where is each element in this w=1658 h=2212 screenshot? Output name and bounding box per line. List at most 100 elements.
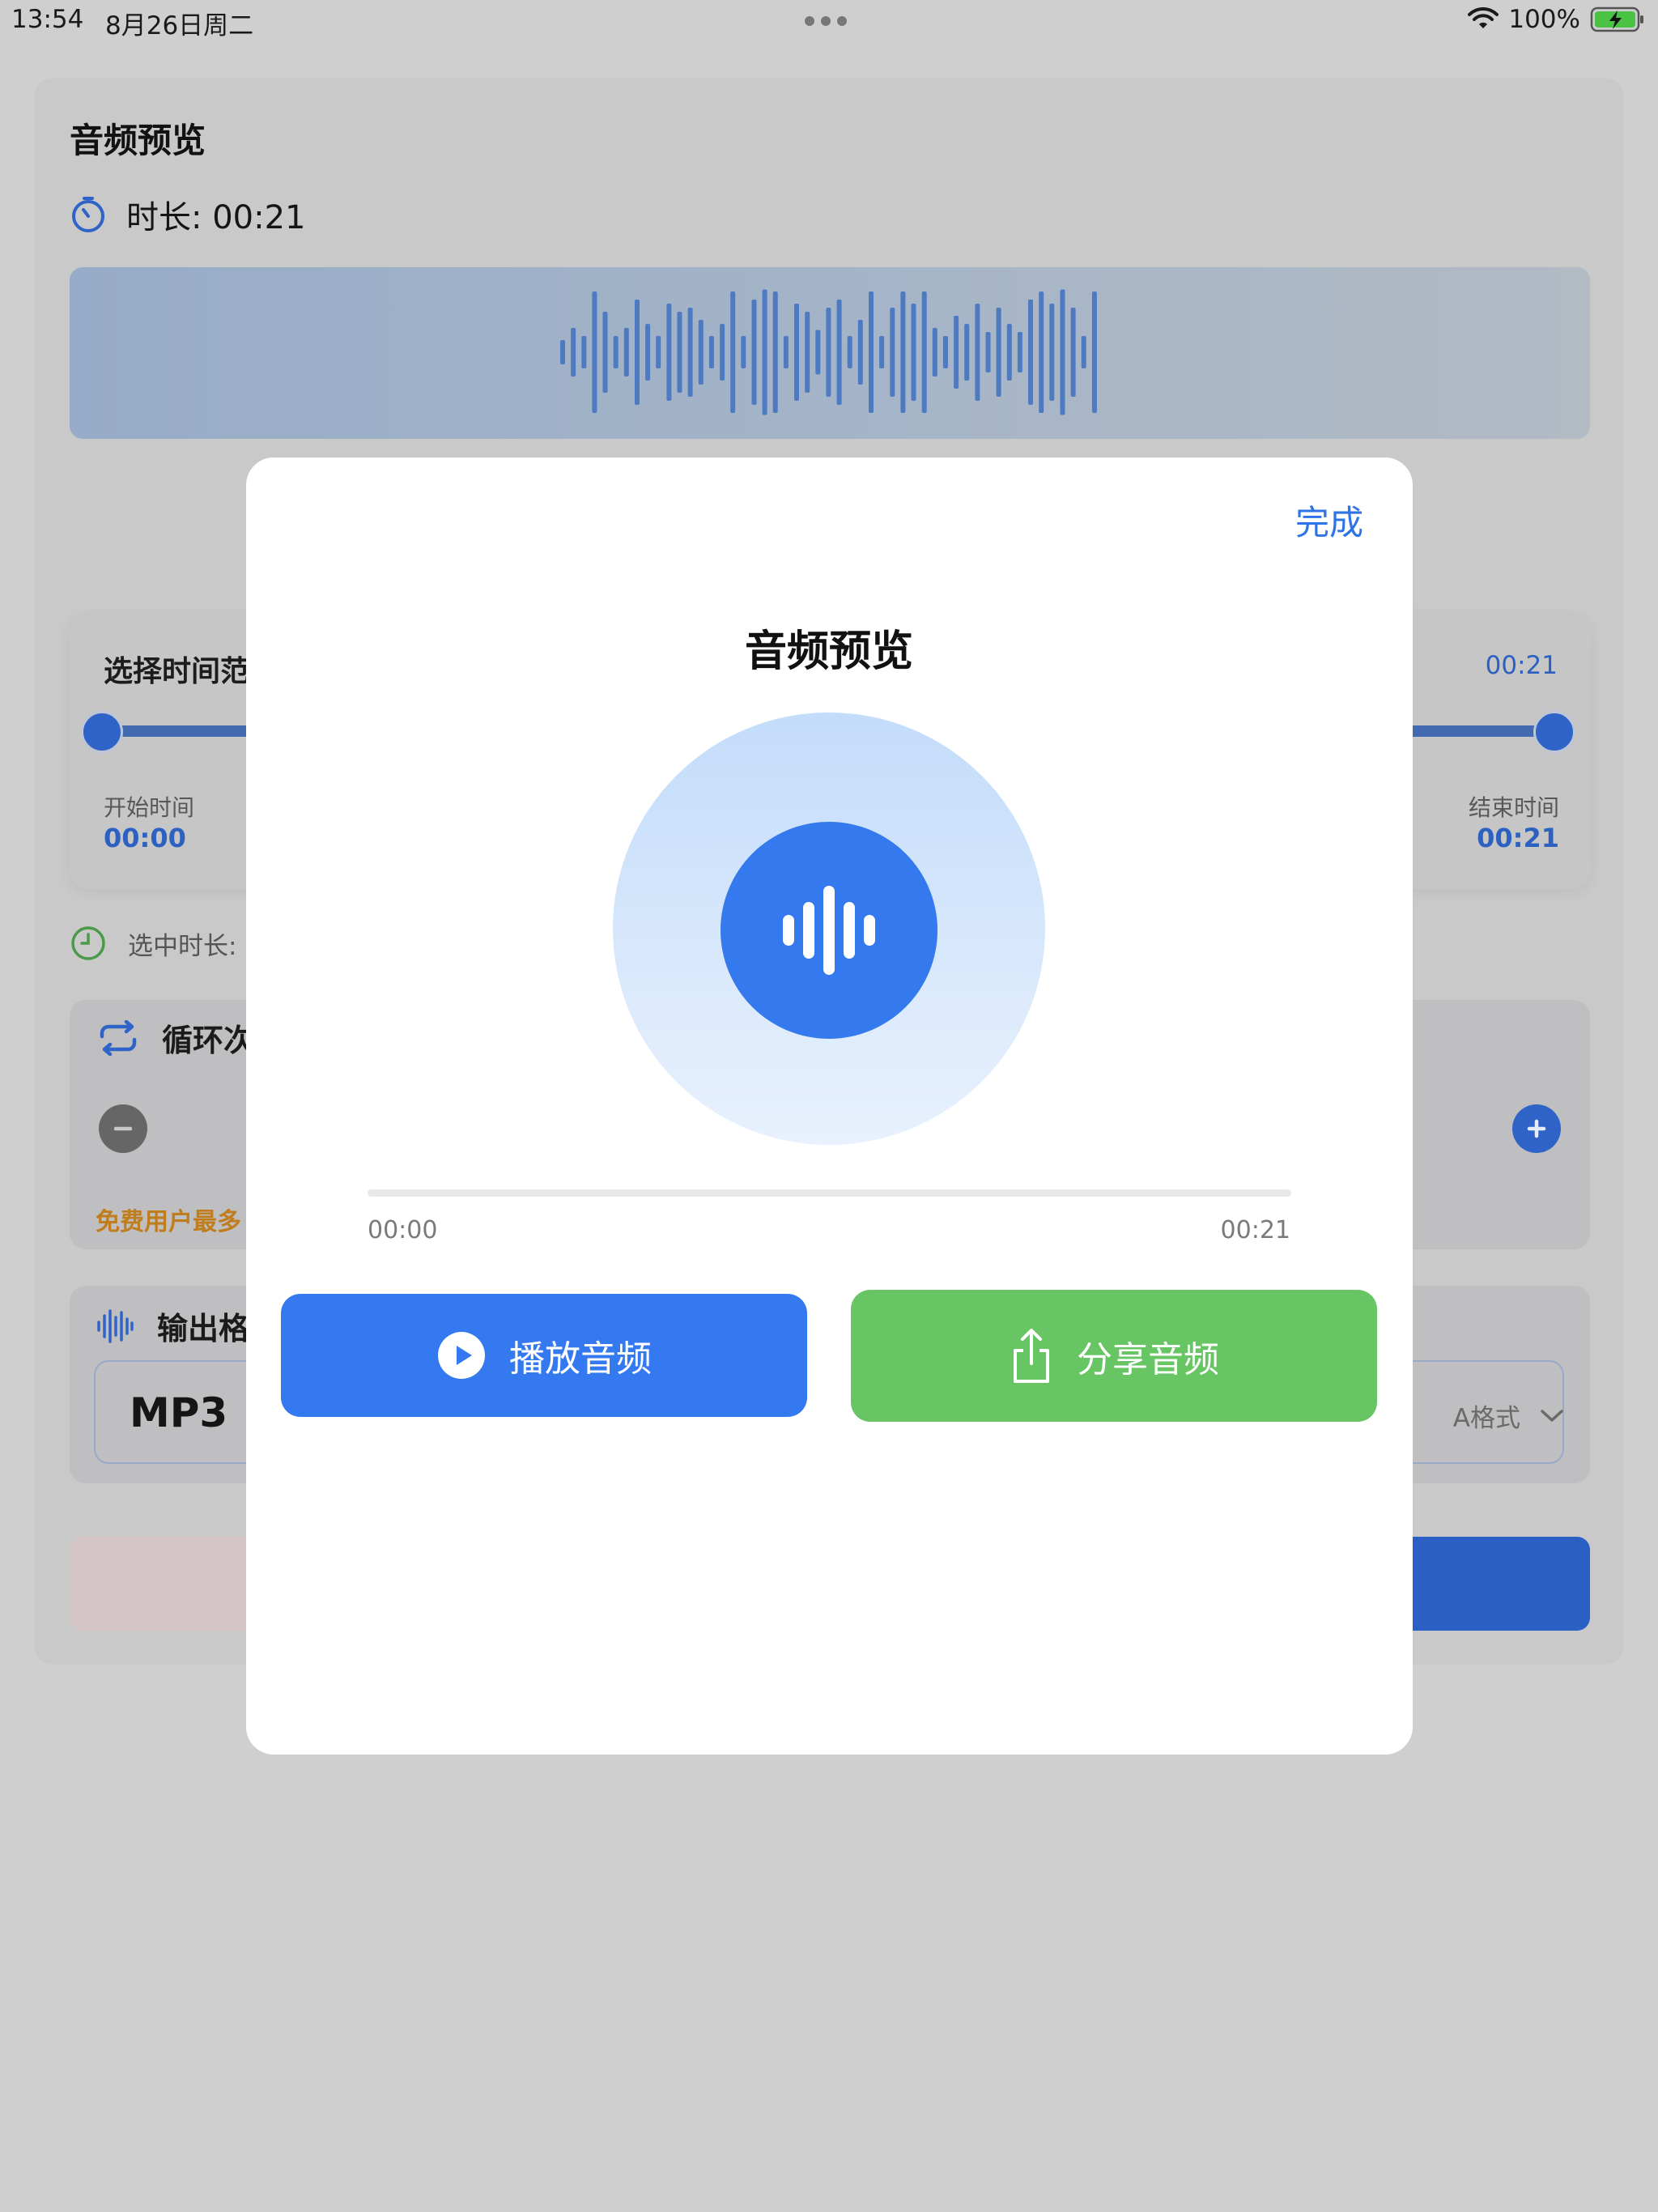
audio-artwork-inner-circle <box>721 822 937 1039</box>
format-title-row: 输出格 <box>96 1304 249 1348</box>
loop-title: 循环次 <box>162 1023 255 1058</box>
waveform-bar <box>592 291 597 413</box>
waveform-bar <box>656 336 661 368</box>
waveform-bar <box>890 308 895 397</box>
waveform-bar <box>1070 308 1076 397</box>
current-time: 00:00 <box>368 1216 438 1244</box>
total-time: 00:21 <box>1220 1216 1290 1244</box>
waveform-bar <box>1081 336 1086 368</box>
status-time: 13:54 <box>11 5 84 34</box>
waveform-bar <box>1028 300 1033 405</box>
done-button[interactable]: 完成 <box>1295 496 1363 545</box>
waveform-bar <box>826 308 831 397</box>
audio-wave-icon <box>783 886 875 975</box>
waveform-bar <box>666 304 672 401</box>
start-time-label: 开始时间 <box>104 794 195 821</box>
waveform-bar <box>847 336 852 368</box>
waveform-bar <box>677 312 682 393</box>
waveform-bars <box>560 289 1097 415</box>
waveform-bar <box>635 300 640 405</box>
waveform-bar <box>964 324 970 381</box>
waveform-bar <box>836 300 842 405</box>
waveform-icon <box>97 1308 134 1343</box>
chevron-down-icon <box>1541 1409 1563 1422</box>
waveform-bar <box>942 336 948 368</box>
play-audio-label: 播放音频 <box>509 1338 652 1380</box>
waveform-bar <box>996 308 1001 397</box>
waveform-bar <box>708 336 714 368</box>
start-time-value: 00:00 <box>104 823 186 853</box>
waveform-bar <box>730 291 736 413</box>
play-audio-button[interactable]: 播放音频 <box>281 1294 807 1417</box>
waveform-bar <box>921 291 927 413</box>
waveform-bar <box>772 291 778 413</box>
waveform-bar <box>932 328 937 376</box>
range-start-knob[interactable] <box>81 711 123 753</box>
share-icon <box>1014 1328 1049 1383</box>
waveform-bar <box>751 300 757 405</box>
end-time-value: 00:21 <box>1477 823 1559 853</box>
share-audio-label: 分享音频 <box>1077 1338 1219 1380</box>
format-title: 输出格 <box>157 1311 250 1346</box>
modal-title: 音频预览 <box>744 627 913 676</box>
waveform-bar <box>602 312 608 393</box>
waveform-bar <box>1006 324 1012 381</box>
waveform-bar <box>571 328 576 376</box>
loop-increment-button[interactable] <box>1512 1104 1561 1153</box>
waveform-bar <box>645 324 651 381</box>
duration-label: 时长: 00:21 <box>126 199 306 236</box>
waveform-bar <box>720 324 725 381</box>
waveform-bar <box>857 320 863 385</box>
loop-title-row: 循环次 <box>97 1015 254 1060</box>
waveform-bar <box>687 308 693 397</box>
waveform-bar <box>698 320 704 385</box>
loop-limit-note: 免费用户最多 <box>96 1208 241 1236</box>
minus-icon <box>113 1126 133 1131</box>
range-end-knob[interactable] <box>1533 711 1575 753</box>
waveform-bar <box>1017 332 1022 372</box>
playback-progress-bar[interactable] <box>368 1189 1291 1197</box>
waveform-bar <box>613 336 619 368</box>
format-select-right: A格式 <box>1453 1397 1564 1434</box>
multitasking-dots-icon[interactable] <box>805 16 853 26</box>
status-date: 8月26日周二 <box>105 11 254 40</box>
waveform-bar <box>1091 291 1097 413</box>
waveform-bar <box>975 304 980 401</box>
waveform-bar <box>985 332 991 372</box>
waveform-bar <box>1039 291 1044 413</box>
waveform-bar <box>783 336 789 368</box>
waveform-bar <box>815 330 821 375</box>
waveform-bar <box>560 340 565 364</box>
status-right: 100% <box>1468 5 1647 34</box>
waveform-bar <box>623 328 629 376</box>
timer-icon <box>72 197 104 232</box>
background-title: 音频预览 <box>70 121 206 160</box>
waveform-bar <box>741 336 746 368</box>
waveform-bar <box>805 312 810 393</box>
waveform-bar <box>911 304 916 401</box>
waveform-bar <box>869 291 874 413</box>
battery-percent: 100% <box>1508 5 1580 34</box>
play-circle-icon <box>438 1332 485 1379</box>
plus-icon <box>1527 1119 1546 1138</box>
waveform-bar <box>1049 304 1055 401</box>
waveform-bar <box>900 291 906 413</box>
waveform-bar <box>954 316 959 389</box>
selected-duration-row: 选中时长: <box>70 925 236 962</box>
waveform-bar <box>794 304 799 401</box>
end-time-label: 结束时间 <box>1468 794 1559 821</box>
battery-charging-icon <box>1590 6 1643 32</box>
format-description: A格式 <box>1452 1404 1520 1433</box>
waveform-bar <box>879 336 885 368</box>
waveform-bar <box>581 336 587 368</box>
loop-decrement-button[interactable] <box>99 1104 147 1153</box>
duration-row: 时长: 00:21 <box>70 191 305 238</box>
share-audio-button[interactable]: 分享音频 <box>851 1290 1377 1422</box>
repeat-icon <box>100 1019 137 1056</box>
format-selected-value: MP3 <box>130 1389 228 1436</box>
clock-icon <box>71 926 105 960</box>
waveform-bar <box>1060 289 1065 415</box>
wifi-icon <box>1468 7 1499 28</box>
selected-duration-label: 选中时长: <box>128 931 237 961</box>
waveform-bar <box>762 289 767 415</box>
